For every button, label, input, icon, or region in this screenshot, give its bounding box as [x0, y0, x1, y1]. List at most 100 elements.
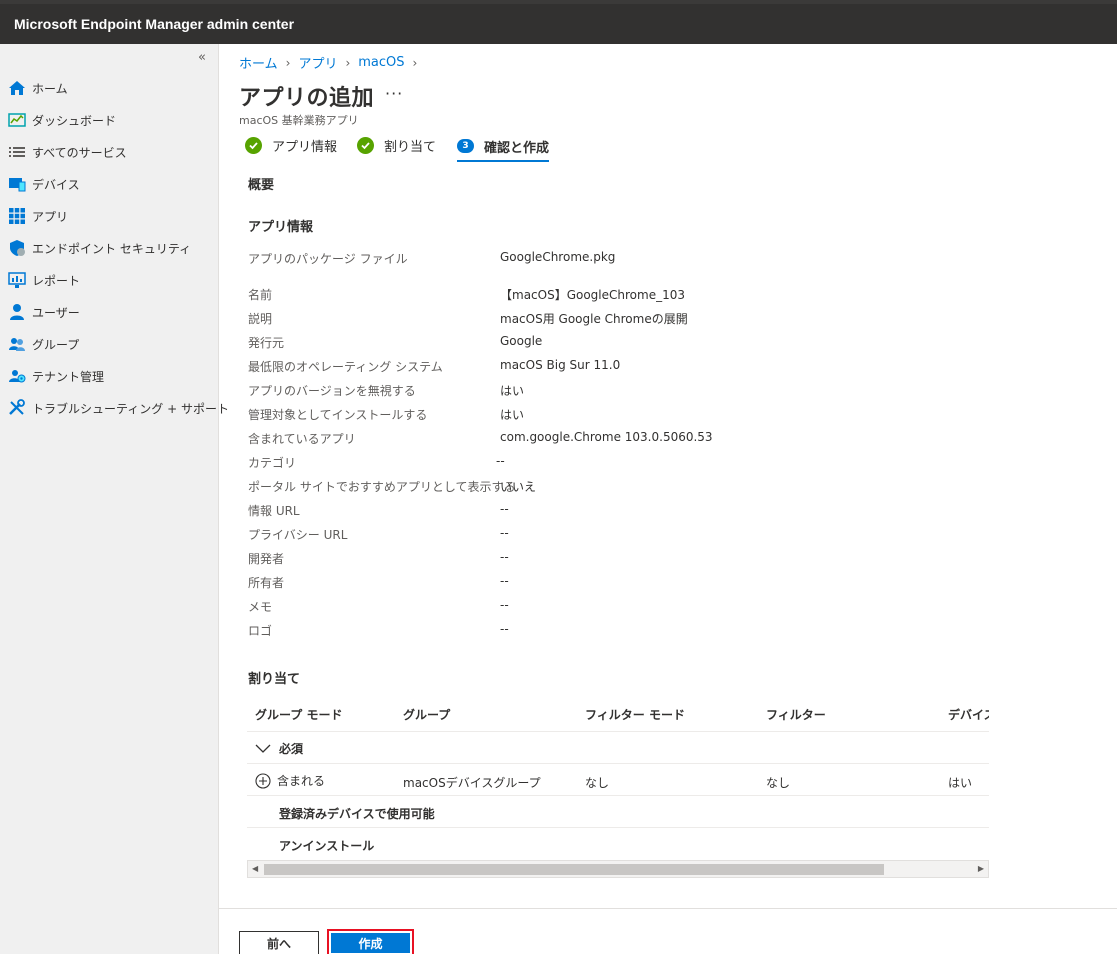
sidebar-item-troubleshooting[interactable]: トラブルシューティング + サポート [8, 396, 229, 420]
reports-icon [8, 271, 26, 289]
list-icon [8, 143, 26, 161]
tab-assignments[interactable]: 割り当て [357, 132, 436, 158]
horizontal-scrollbar[interactable]: ◀ ▶ [247, 860, 989, 878]
check-circle-icon [357, 136, 374, 154]
breadcrumb: ホーム › アプリ › macOS › [239, 53, 425, 72]
available-group-row: 登録済みデバイスで使用可能 [279, 807, 435, 821]
field-value: -- [500, 598, 509, 612]
page-title: アプリの追加 [239, 86, 375, 111]
column-header: フィルター [766, 708, 826, 722]
field-value: はい [500, 384, 525, 398]
app-title: Microsoft Endpoint Manager admin center [14, 16, 295, 32]
sidebar-item-endpoint-security[interactable]: エンドポイント セキュリティ [8, 236, 191, 260]
scroll-left-icon[interactable]: ◀ [252, 864, 258, 873]
field-label: アプリのバージョンを無視する [248, 384, 416, 398]
field-value: -- [500, 526, 509, 540]
field-value: -- [500, 550, 509, 564]
field-label: 説明 [248, 312, 273, 326]
divider [247, 763, 989, 764]
chevron-right-icon: › [412, 55, 418, 70]
tab-app-info[interactable]: アプリ情報 [245, 132, 337, 158]
field-label: 最低限のオペレーティング システム [248, 360, 443, 374]
column-header: デバイス [948, 708, 989, 722]
wrench-icon [8, 399, 26, 417]
field-label: 情報 URL [248, 504, 300, 518]
sidebar-item-reports[interactable]: レポート [8, 268, 80, 292]
user-icon [8, 303, 26, 321]
field-value: GoogleChrome.pkg [500, 250, 616, 264]
scroll-right-icon[interactable]: ▶ [978, 864, 984, 873]
field-label: メモ [248, 600, 273, 614]
table-cell: はい [948, 776, 973, 790]
field-label: 含まれているアプリ [248, 432, 356, 446]
assignments-table: グループ モード グループ フィルター モード フィルター デバイス 必須 含ま… [247, 698, 989, 879]
field-label: 管理対象としてインストールする [248, 408, 428, 422]
table-cell: なし [766, 776, 791, 790]
shield-icon [8, 239, 26, 257]
main-content: ホーム › アプリ › macOS › アプリの追加 ··· macOS 基幹業… [219, 44, 1117, 954]
home-icon [8, 79, 26, 97]
breadcrumb-apps[interactable]: アプリ [298, 53, 337, 72]
sidebar-item-groups[interactable]: グループ [8, 332, 79, 356]
required-group-row[interactable]: 必須 [255, 740, 303, 757]
field-label: プライバシー URL [248, 528, 348, 542]
sidebar-item-home[interactable]: ホーム [8, 76, 68, 100]
overview-heading: 概要 [248, 178, 275, 193]
divider [247, 827, 989, 828]
field-label: 所有者 [248, 576, 285, 590]
collapse-sidebar-icon[interactable]: « [198, 50, 206, 65]
table-cell: なし [585, 776, 610, 790]
field-value: Google [500, 334, 543, 348]
field-label: 発行元 [248, 336, 285, 350]
devices-icon [8, 175, 26, 193]
chevron-right-icon: › [345, 55, 351, 70]
field-label: ロゴ [248, 624, 273, 638]
previous-button[interactable]: 前へ [239, 931, 319, 954]
field-value: -- [500, 622, 509, 636]
breadcrumb-macos[interactable]: macOS [358, 55, 404, 70]
field-value: いいえ [500, 480, 537, 494]
sidebar-item-all-services[interactable]: すべてのサービス [8, 140, 127, 164]
breadcrumb-home[interactable]: ホーム [239, 53, 278, 72]
field-value: macOS Big Sur 11.0 [500, 358, 621, 372]
sidebar-item-devices[interactable]: デバイス [8, 172, 80, 196]
column-header: グループ モード [255, 708, 343, 722]
field-value: はい [500, 408, 525, 422]
field-value: com.google.Chrome 103.0.5060.53 [500, 430, 713, 444]
dashboard-icon [8, 111, 26, 129]
sidebar-item-apps[interactable]: アプリ [8, 204, 68, 228]
tenant-gear-icon [8, 367, 26, 385]
assignments-heading: 割り当て [248, 672, 301, 687]
tab-review-create[interactable]: 3 確認と作成 [457, 132, 550, 162]
apps-grid-icon [8, 207, 26, 225]
check-circle-icon [245, 136, 262, 154]
sidebar-item-users[interactable]: ユーザー [8, 300, 80, 324]
top-bar: Microsoft Endpoint Manager admin center [0, 0, 1117, 44]
app-info-heading: アプリ情報 [248, 220, 314, 235]
table-row: 含まれる [255, 772, 325, 789]
sidebar: « ホーム ダッシュボード すべてのサービス デバイス アプリ エンドポイント [0, 44, 229, 954]
page-subtitle: macOS 基幹業務アプリ [239, 114, 359, 127]
column-header: フィルター モード [585, 708, 685, 722]
table-cell: macOSデバイスグループ [403, 776, 541, 790]
field-value: -- [500, 502, 509, 516]
field-value: macOS用 Google Chromeの展開 [500, 312, 688, 326]
more-options-icon[interactable]: ··· [385, 84, 403, 103]
field-value: 【macOS】GoogleChrome_103 [500, 288, 685, 302]
field-label: カテゴリ [248, 456, 297, 470]
group-icon [8, 335, 26, 353]
divider [247, 795, 989, 796]
field-label: 名前 [248, 288, 273, 302]
field-label: アプリのパッケージ ファイル [248, 252, 408, 266]
scrollbar-thumb[interactable] [264, 864, 884, 875]
add-circle-icon[interactable] [255, 772, 271, 789]
field-label: ポータル サイトでおすすめアプリとして表示する [248, 480, 516, 494]
sidebar-item-tenant-admin[interactable]: テナント管理 [8, 364, 104, 388]
step-number-badge: 3 [457, 139, 474, 153]
field-label: 開発者 [248, 552, 285, 566]
column-header: グループ [403, 708, 451, 722]
divider [247, 731, 989, 732]
field-value: -- [500, 574, 509, 588]
sidebar-item-dashboard[interactable]: ダッシュボード [8, 108, 116, 132]
create-button[interactable]: 作成 [331, 933, 410, 953]
